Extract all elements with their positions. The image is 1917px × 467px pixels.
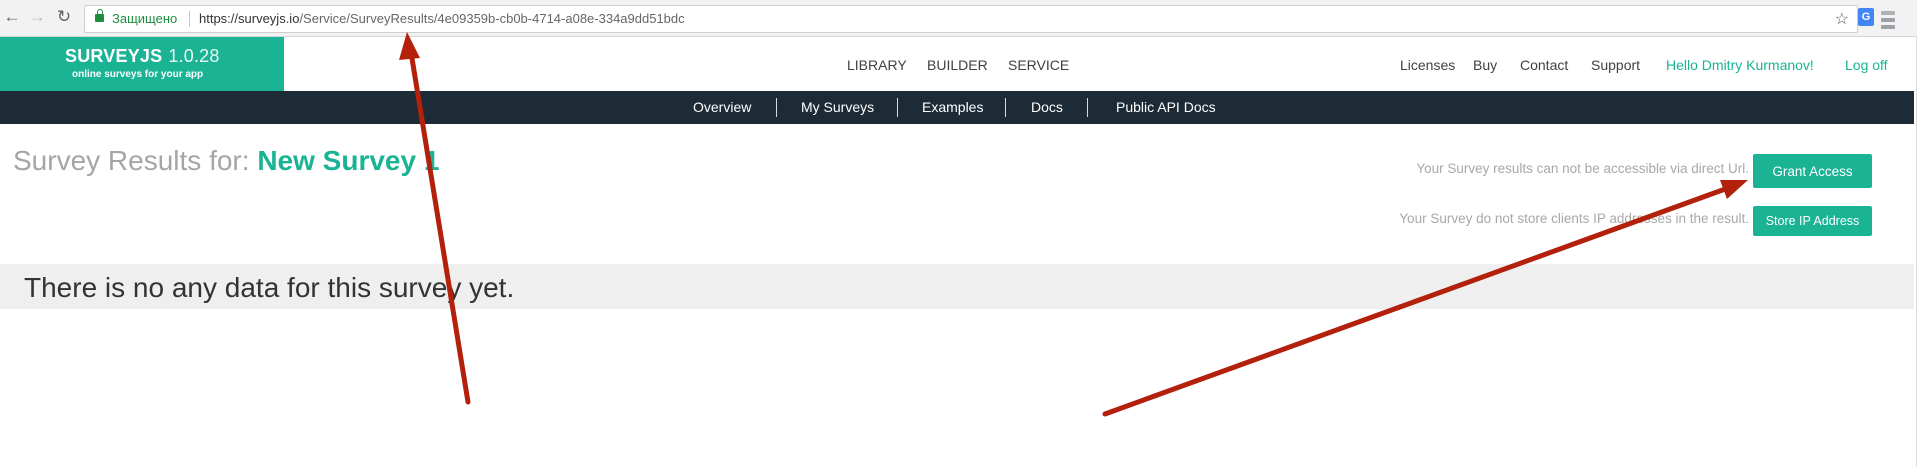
logout-link[interactable]: Log off (1845, 57, 1888, 73)
arrow-right-icon[interactable]: → (28, 8, 46, 26)
logo-title: SURVEYJS 1.0.28 (65, 46, 220, 67)
title-prefix: Survey Results for: (13, 145, 250, 176)
survey-name: New Survey 1 (257, 145, 440, 176)
nav-service[interactable]: SERVICE (1008, 57, 1069, 73)
reload-icon[interactable]: ↻ (55, 8, 73, 26)
subnav-divider (1005, 98, 1006, 117)
no-data-message: There is no any data for this survey yet… (24, 272, 515, 303)
sub-navigation: Overview My Surveys Examples Docs Public… (0, 91, 1914, 124)
site-header: LIBRARY BUILDER SERVICE Licenses Buy Con… (0, 37, 1917, 91)
extension-menu-icon[interactable] (1880, 8, 1896, 29)
address-bar[interactable]: Защищено https://surveyjs.io/Service/Sur… (84, 5, 1858, 33)
page-title: Survey Results for: New Survey 1 (13, 145, 439, 177)
nav-buy[interactable]: Buy (1473, 57, 1497, 73)
nav-support[interactable]: Support (1591, 57, 1640, 73)
ip-notice: Your Survey do not store clients IP addr… (1399, 211, 1749, 226)
arrow-left-icon[interactable]: ← (3, 8, 21, 26)
user-greeting[interactable]: Hello Dmitry Kurmanov! (1666, 57, 1814, 73)
browser-toolbar: ← → ↻ Защищено https://surveyjs.io/Servi… (0, 0, 1917, 37)
lock-icon (95, 9, 104, 22)
no-data-panel: There is no any data for this survey yet… (0, 264, 1914, 309)
omnibox-divider (189, 11, 190, 27)
nav-builder[interactable]: BUILDER (927, 57, 988, 73)
logo[interactable]: SURVEYJS 1.0.28 online surveys for your a… (0, 37, 284, 91)
subnav-divider (776, 98, 777, 117)
nav-contact[interactable]: Contact (1520, 57, 1568, 73)
grant-access-button[interactable]: Grant Access (1753, 154, 1872, 188)
logo-name: SURVEYJS (65, 46, 163, 66)
url-text[interactable]: https://surveyjs.io/Service/SurveyResult… (199, 11, 685, 26)
url-host: https://surveyjs.io (199, 11, 300, 26)
subnav-public-api-docs[interactable]: Public API Docs (1116, 99, 1216, 115)
translate-icon[interactable]: G (1858, 8, 1874, 26)
secure-label: Защищено (112, 11, 178, 26)
subnav-overview[interactable]: Overview (693, 99, 751, 115)
logo-version: 1.0.28 (168, 46, 220, 66)
subnav-divider (1087, 98, 1088, 117)
subnav-examples[interactable]: Examples (922, 99, 983, 115)
store-ip-button[interactable]: Store IP Address (1753, 206, 1872, 236)
nav-library[interactable]: LIBRARY (847, 57, 907, 73)
subnav-docs[interactable]: Docs (1031, 99, 1063, 115)
logo-tagline: online surveys for your app (72, 69, 204, 80)
subnav-my-surveys[interactable]: My Surveys (801, 99, 874, 115)
subnav-divider (897, 98, 898, 117)
direct-url-notice: Your Survey results can not be accessibl… (1416, 161, 1749, 176)
url-path: /Service/SurveyResults/4e09359b-cb0b-471… (299, 11, 685, 26)
star-icon[interactable]: ☆ (1835, 9, 1849, 29)
nav-licenses[interactable]: Licenses (1400, 57, 1455, 73)
annotation-arrow-button-head (1720, 180, 1748, 199)
